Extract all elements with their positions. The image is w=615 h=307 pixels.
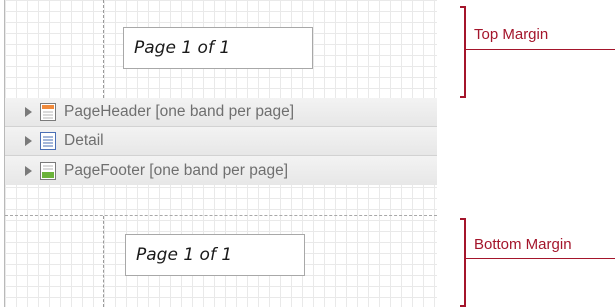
expand-arrow-icon[interactable] [25, 107, 32, 117]
bottom-margin-separator [5, 215, 437, 216]
expand-arrow-icon[interactable] [25, 136, 32, 146]
bottom-margin-leader-line [466, 258, 615, 259]
band-label-page-footer: PageFooter [one band per page] [64, 161, 289, 179]
page-footer-band[interactable]: PageFooter [one band per page] [5, 156, 437, 185]
page-header-band-icon [40, 103, 56, 121]
top-margin-annotation: Top Margin [474, 26, 549, 43]
top-margin-page-info-field[interactable]: Page 1 of 1 [123, 27, 313, 69]
left-margin-guide-bottom [103, 216, 104, 307]
page-header-band[interactable]: PageHeader [one band per page] [5, 98, 437, 127]
band-label-detail: Detail [64, 132, 104, 149]
top-margin-leader-line [466, 49, 615, 50]
page-footer-band-icon [40, 161, 56, 180]
bottom-margin-bracket [460, 218, 466, 307]
expand-arrow-icon[interactable] [25, 165, 32, 176]
detail-band-icon [40, 132, 56, 150]
band-label-page-header: PageHeader [one band per page] [64, 103, 295, 120]
bottom-margin-page-info-field[interactable]: Page 1 of 1 [125, 234, 305, 276]
top-margin-bracket [460, 6, 466, 98]
detail-band[interactable]: Detail [5, 127, 437, 156]
report-design-surface[interactable]: Page 1 of 1 PageHeader [one band per pag… [4, 0, 437, 307]
bottom-margin-annotation: Bottom Margin [474, 236, 572, 253]
left-margin-guide-top [103, 0, 104, 98]
